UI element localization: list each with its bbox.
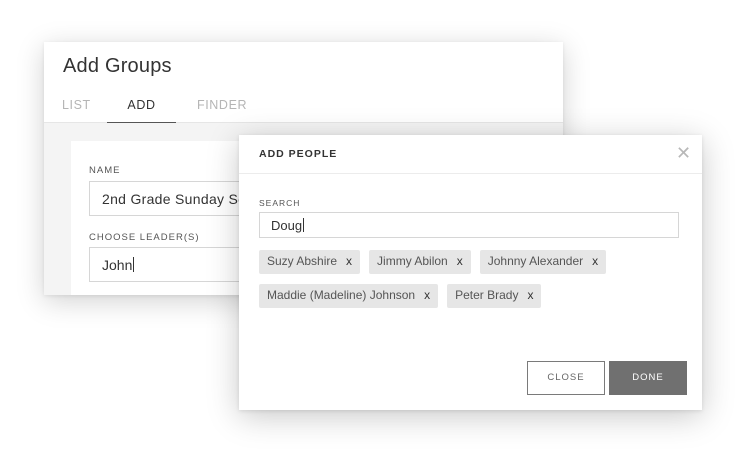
tab-list[interactable]: LIST [62, 98, 91, 123]
done-button[interactable]: DONE [609, 361, 687, 395]
person-chip: Maddie (Madeline) Johnson x [259, 284, 439, 308]
name-label: NAME [89, 165, 121, 176]
person-chip: Peter Brady x [447, 284, 542, 308]
search-input-value: Doug [271, 218, 303, 233]
modal-title: ADD PEOPLE [259, 148, 338, 160]
close-button[interactable]: CLOSE [527, 361, 605, 395]
stage: Add Groups LIST ADD FINDER NAME 2nd Grad… [0, 0, 746, 456]
add-people-modal: ADD PEOPLE ✕ SEARCH Doug Suzy Abshire x … [239, 135, 702, 410]
remove-chip-icon[interactable]: x [592, 254, 598, 274]
text-caret [303, 218, 305, 232]
remove-chip-icon[interactable]: x [346, 254, 352, 274]
remove-chip-icon[interactable]: x [457, 254, 463, 274]
person-chip-label: Johnny Alexander [487, 254, 584, 268]
search-input[interactable]: Doug [259, 212, 679, 238]
selected-people-row: Suzy Abshire x Jimmy Abilon x Johnny Ale… [259, 250, 615, 274]
person-chip-label: Maddie (Madeline) Johnson [267, 288, 416, 302]
modal-header: ADD PEOPLE ✕ [239, 135, 702, 174]
tab-bar: LIST ADD FINDER [44, 92, 563, 123]
person-chip: Suzy Abshire x [259, 250, 361, 274]
person-chip: Jimmy Abilon x [369, 250, 471, 274]
text-caret [133, 257, 135, 272]
leader-input-value: John [102, 257, 133, 273]
tab-add[interactable]: ADD [107, 98, 176, 123]
leader-label: CHOOSE LEADER(S) [89, 232, 200, 243]
tab-finder[interactable]: FINDER [197, 98, 247, 123]
person-chip-label: Peter Brady [455, 288, 519, 302]
remove-chip-icon[interactable]: x [527, 288, 533, 308]
page-title: Add Groups [63, 55, 172, 77]
person-chip: Johnny Alexander x [479, 250, 607, 274]
close-icon[interactable]: ✕ [676, 144, 691, 162]
search-label: SEARCH [259, 198, 301, 208]
person-chip-label: Suzy Abshire [267, 254, 338, 268]
remove-chip-icon[interactable]: x [424, 288, 430, 308]
person-chip-label: Jimmy Abilon [377, 254, 448, 268]
selected-people-row: Maddie (Madeline) Johnson x Peter Brady … [259, 284, 550, 308]
